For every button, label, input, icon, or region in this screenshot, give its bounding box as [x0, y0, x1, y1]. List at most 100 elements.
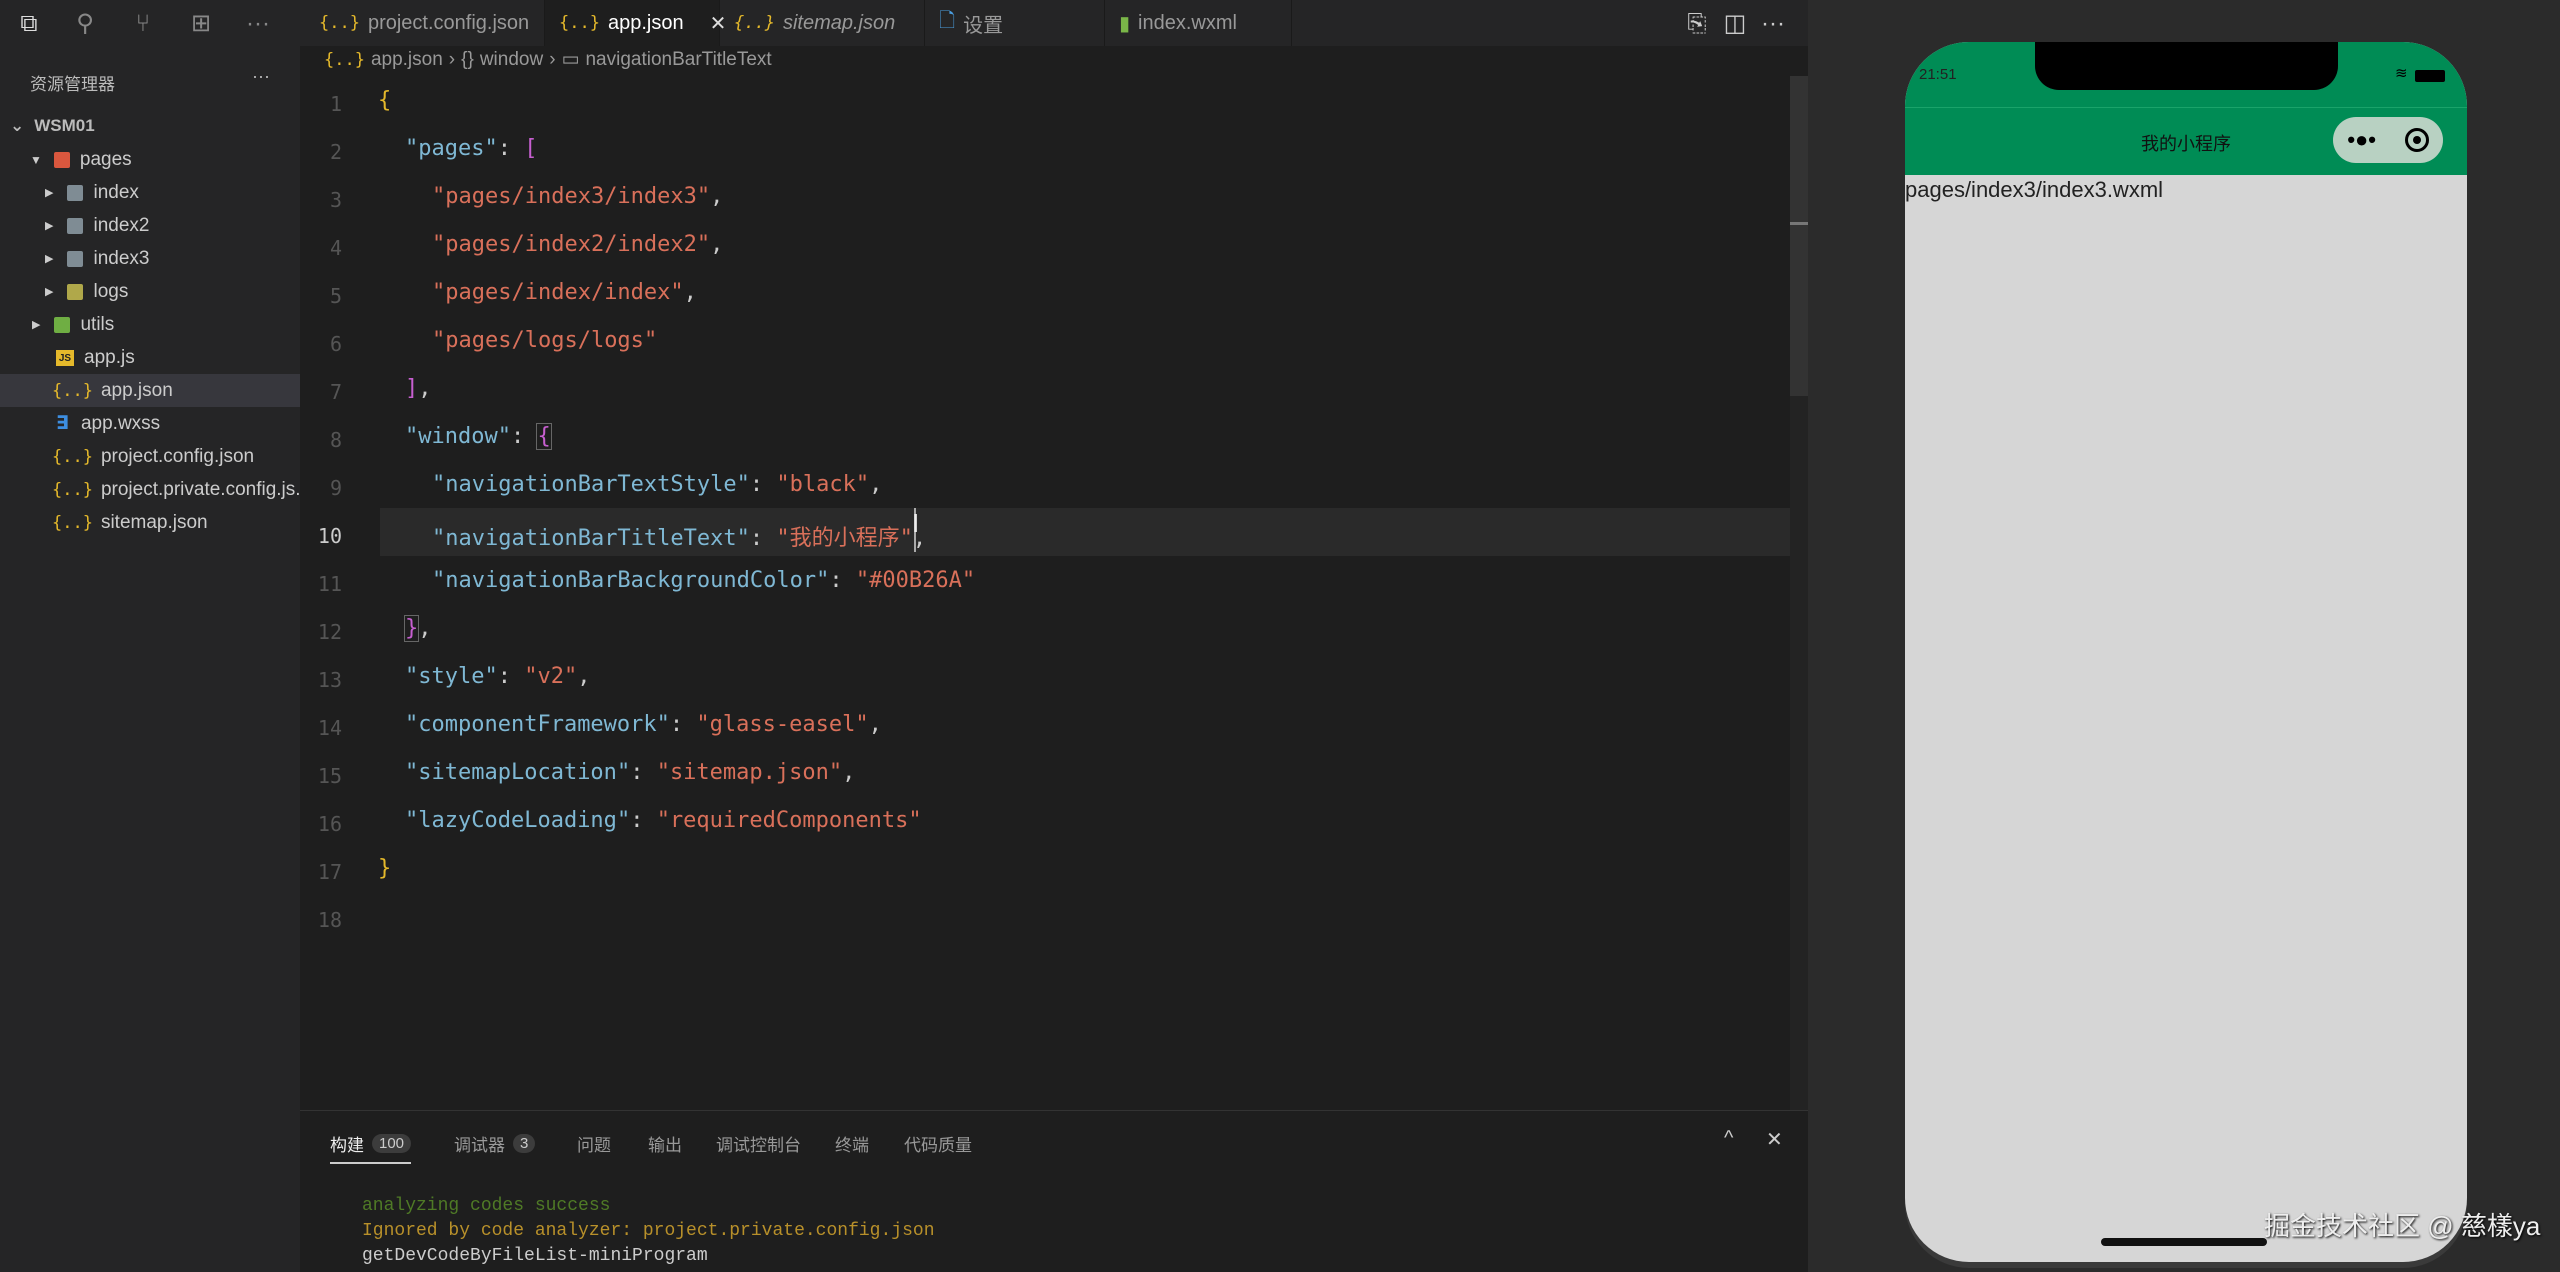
folder-icon	[67, 184, 84, 201]
tree-item-sitemap[interactable]: {..} sitemap.json	[0, 506, 300, 539]
panel-tab-debug-console[interactable]: 调试控制台	[716, 1131, 801, 1156]
tree-item-app-js[interactable]: JS app.js	[0, 341, 300, 374]
code-line[interactable]: "pages": [	[405, 136, 537, 161]
code-line[interactable]: "window": {	[405, 423, 552, 450]
code-line[interactable]: "navigationBarTitleText": "我的小程序",	[432, 520, 926, 552]
tree-item-pages[interactable]: ▼ pages	[0, 143, 300, 176]
status-time: 21:51	[1919, 66, 1957, 83]
line-number: 15	[317, 764, 342, 788]
panel-tab-code-quality[interactable]: 代码质量	[904, 1131, 972, 1156]
folder-icon	[53, 151, 70, 168]
log-line: getDevCodeByFileList-miniProgram	[362, 1246, 708, 1266]
open-changes-icon[interactable]: ⎘	[1682, 10, 1712, 38]
line-number: 2	[329, 140, 342, 164]
code-editor[interactable]: {..} app.json ›{} window › ▭ navigationBarTitl…	[300, 46, 1808, 1110]
tree-item-utils[interactable]: ▶ utils	[0, 308, 300, 341]
tab-settings[interactable]: 🗋 设置	[925, 0, 1105, 46]
workspace-root[interactable]: ⌄ WSM01	[0, 109, 300, 142]
breadcrumb-title-text[interactable]: navigationBarTitleText	[585, 49, 771, 71]
tree-item-logs[interactable]: ▶ logs	[0, 275, 300, 308]
item-label: index2	[93, 214, 150, 236]
tree-item-index2[interactable]: ▶ index2	[0, 209, 300, 242]
search-icon[interactable]: ⚲	[70, 10, 100, 38]
more-icon[interactable]: ···	[243, 10, 273, 38]
home-indicator	[2101, 1238, 2267, 1246]
source-control-icon[interactable]: ⑂	[128, 10, 158, 38]
code-line[interactable]: },	[403, 615, 432, 642]
line-number: 1	[329, 92, 342, 116]
line-number: 11	[317, 572, 342, 596]
more-actions-icon[interactable]: ···	[1758, 10, 1788, 38]
tree-item-index3[interactable]: ▶ index3	[0, 242, 300, 275]
split-editor-icon[interactable]: ◫	[1720, 10, 1750, 38]
explorer-icon[interactable]: ⧉	[14, 10, 44, 38]
panel-tab-build[interactable]: 构建 100	[330, 1131, 412, 1164]
tree-item-index[interactable]: ▶ index	[0, 176, 300, 209]
code-line[interactable]: {	[378, 88, 391, 113]
more-icon[interactable]: ···	[252, 66, 270, 87]
tab-label: 问题	[577, 1136, 611, 1155]
tree-item-app-json[interactable]: {..} app.json	[0, 374, 300, 407]
panel-tab-output[interactable]: 输出	[648, 1131, 682, 1156]
line-number: 10	[317, 524, 342, 548]
tab-index-wxml[interactable]: ▮ index.wxml	[1105, 0, 1292, 46]
code-line[interactable]: ],	[405, 376, 432, 401]
line-number: 8	[329, 428, 342, 452]
json-icon: {..}	[52, 446, 93, 467]
folder-icon	[67, 283, 84, 300]
folder-icon	[67, 217, 84, 234]
mouse-ibeam-icon: I	[912, 508, 920, 538]
tree-item-app-wxss[interactable]: ∃ app.wxss	[0, 407, 300, 440]
breadcrumb-file[interactable]: app.json	[371, 49, 443, 71]
tab-label: 设置	[963, 14, 1004, 37]
json-icon: {..}	[734, 13, 775, 33]
log-line: Ignored by code analyzer: project.privat…	[362, 1221, 935, 1241]
root-label: WSM01	[34, 115, 95, 135]
breadcrumb-window[interactable]: window	[480, 49, 543, 71]
maximize-panel-icon[interactable]: ^	[1724, 1127, 1733, 1150]
item-label: sitemap.json	[100, 511, 208, 533]
scrollbar[interactable]	[1790, 76, 1808, 1110]
code-line[interactable]: "sitemapLocation": "sitemap.json",	[405, 760, 855, 785]
tab-sitemap[interactable]: {..} sitemap.json	[720, 0, 925, 46]
code-line[interactable]: }	[378, 856, 391, 881]
wxml-icon: ▮	[1119, 12, 1131, 35]
item-label: utils	[80, 313, 115, 335]
css-icon: ∃	[56, 413, 69, 434]
tree-item-project-private-config[interactable]: {..} project.private.config.js...	[0, 473, 311, 506]
more-dots-icon[interactable]: •●•	[2347, 127, 2376, 153]
notch	[2035, 42, 2338, 90]
close-miniprogram-icon[interactable]	[2404, 128, 2429, 152]
simulator: 21:51 ≋ 我的小程序 •●• pages/index3/index3.wx…	[1808, 0, 2560, 1272]
phone-frame: 21:51 ≋ 我的小程序 •●• pages/index3/index3.wx…	[1905, 42, 2467, 1262]
count-badge: 100	[372, 1134, 412, 1153]
tab-project-config[interactable]: {..} project.config.json	[305, 0, 545, 46]
line-number: 3	[329, 188, 342, 212]
string-icon: ▭	[561, 49, 580, 70]
line-number: 12	[317, 620, 342, 644]
code-line[interactable]: "style": "v2",	[405, 664, 590, 689]
code-line[interactable]: "pages/index3/index3",	[432, 184, 723, 209]
extensions-icon[interactable]: ⊞	[186, 10, 216, 38]
object-icon: {}	[461, 48, 474, 70]
panel-tab-problems[interactable]: 问题	[577, 1131, 611, 1156]
code-line[interactable]: "componentFramework": "glass-easel",	[405, 712, 882, 737]
code-line[interactable]: "pages/index2/index2",	[432, 232, 723, 257]
json-icon: {..}	[52, 479, 93, 500]
line-number: 7	[329, 380, 342, 404]
tab-app-json[interactable]: {..} app.json ✕	[545, 0, 726, 46]
folder-icon	[54, 316, 71, 333]
tab-label: index.wxml	[1138, 11, 1237, 34]
code-line[interactable]: "lazyCodeLoading": "requiredComponents"	[405, 808, 922, 833]
code-line[interactable]: "navigationBarBackgroundColor": "#00B26A…	[432, 568, 975, 593]
code-line[interactable]: "pages/logs/logs"	[432, 328, 657, 353]
log-line: analyzing codes success	[362, 1196, 611, 1216]
tree-item-project-config[interactable]: {..} project.config.json	[0, 440, 300, 473]
item-label: app.json	[100, 379, 173, 401]
tab-label: 调试器	[454, 1136, 505, 1155]
close-panel-icon[interactable]: ✕	[1766, 1127, 1783, 1152]
code-line[interactable]: "navigationBarTextStyle": "black",	[432, 472, 882, 497]
code-line[interactable]: "pages/index/index",	[432, 280, 697, 305]
panel-tab-terminal[interactable]: 终端	[835, 1131, 869, 1156]
panel-tab-debugger[interactable]: 调试器 3	[454, 1131, 536, 1156]
